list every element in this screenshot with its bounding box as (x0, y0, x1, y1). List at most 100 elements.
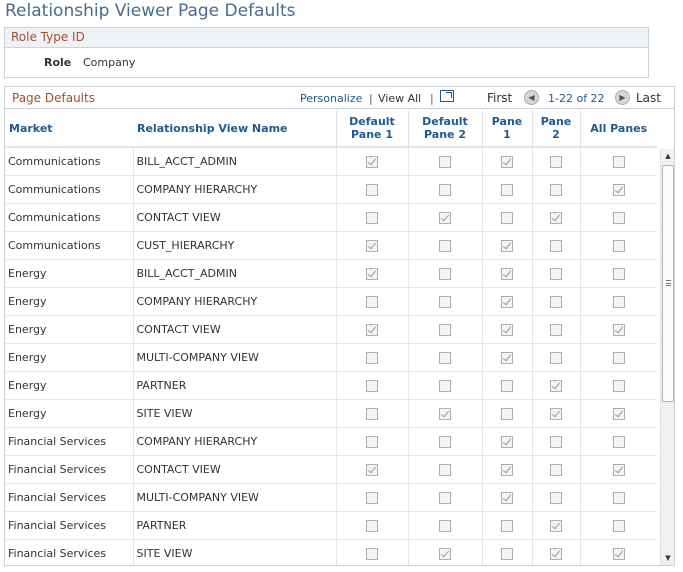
scroll-up-arrow-icon[interactable]: ▲ (661, 149, 674, 163)
pane-2-checkbox[interactable] (550, 239, 562, 252)
vertical-scrollbar[interactable]: ▲ ▼ (660, 149, 674, 565)
view-name-column-header[interactable]: Relationship View Name (133, 110, 336, 148)
default-pane-2-checkbox[interactable] (439, 155, 451, 168)
default-pane-2-checkbox[interactable] (439, 463, 451, 476)
all-panes-checkbox[interactable] (612, 351, 625, 364)
pane-2-checkbox[interactable] (550, 323, 562, 336)
pane-2-column-header[interactable]: Pane 2 (531, 110, 580, 148)
all-panes-checkbox[interactable] (612, 183, 625, 196)
default-pane-2-checkbox[interactable] (439, 407, 451, 420)
pane-1-checkbox[interactable] (501, 155, 513, 168)
pane-1-checkbox[interactable] (501, 435, 513, 448)
default-pane-1-checkbox[interactable] (366, 519, 378, 532)
pane-2-checkbox[interactable] (550, 155, 562, 168)
default-pane-1-checkbox[interactable] (366, 239, 378, 252)
default-pane-2-checkbox[interactable] (439, 183, 451, 196)
pane-1-checkbox[interactable] (501, 491, 513, 504)
default-pane-1-checkbox[interactable] (366, 547, 378, 560)
all-panes-checkbox[interactable] (612, 435, 625, 448)
pane-2-checkbox[interactable] (550, 435, 562, 448)
all-panes-checkbox[interactable] (612, 379, 625, 392)
default-pane-2-column-header[interactable]: Default Pane 2 (407, 110, 482, 148)
default-pane-2-checkbox[interactable] (439, 295, 451, 308)
all-panes-checkbox[interactable] (612, 155, 625, 168)
checkbox-cell (531, 483, 580, 512)
pane-2-checkbox[interactable] (550, 295, 562, 308)
pane-1-checkbox[interactable] (501, 239, 513, 252)
all-panes-checkbox[interactable] (612, 491, 625, 504)
pane-2-checkbox[interactable] (550, 407, 562, 420)
pane-1-checkbox[interactable] (501, 295, 513, 308)
default-pane-1-checkbox[interactable] (366, 155, 378, 168)
default-pane-1-checkbox[interactable] (366, 183, 378, 196)
default-pane-1-checkbox[interactable] (366, 267, 378, 280)
all-panes-checkbox[interactable] (612, 547, 625, 560)
last-link[interactable]: Last (636, 91, 661, 105)
scroll-down-arrow-icon[interactable]: ▼ (661, 551, 674, 565)
pane-2-checkbox[interactable] (550, 267, 562, 280)
default-pane-2-checkbox[interactable] (439, 491, 451, 504)
first-link[interactable]: First (487, 91, 512, 105)
all-panes-checkbox[interactable] (612, 267, 625, 280)
pane-1-checkbox[interactable] (501, 211, 513, 224)
pane-2-checkbox[interactable] (550, 463, 562, 476)
default-pane-1-checkbox[interactable] (366, 323, 378, 336)
pane-1-column-header[interactable]: Pane 1 (481, 110, 532, 148)
all-panes-checkbox[interactable] (612, 239, 625, 252)
personalize-link[interactable]: Personalize (300, 92, 362, 105)
market-column-header[interactable]: Market (5, 110, 133, 148)
chevron-right-icon[interactable]: ▶ (615, 90, 630, 105)
default-pane-1-column-header[interactable]: Default Pane 1 (335, 110, 408, 148)
all-panes-checkbox[interactable] (612, 295, 625, 308)
default-pane-1-checkbox[interactable] (366, 295, 378, 308)
default-pane-2-checkbox[interactable] (439, 435, 451, 448)
market-cell: Energy (5, 287, 133, 316)
default-pane-1-checkbox[interactable] (366, 463, 378, 476)
all-panes-checkbox[interactable] (612, 211, 625, 224)
chevron-left-icon[interactable]: ◀ (524, 90, 539, 105)
default-pane-1-checkbox[interactable] (366, 435, 378, 448)
pane-1-checkbox[interactable] (501, 519, 513, 532)
all-panes-checkbox[interactable] (612, 323, 625, 336)
default-pane-1-checkbox[interactable] (366, 351, 378, 364)
default-pane-1-checkbox[interactable] (366, 379, 378, 392)
table-row: Financial Services SITE VIEW (5, 539, 657, 565)
pane-2-checkbox[interactable] (550, 491, 562, 504)
pane-2-checkbox[interactable] (550, 183, 562, 196)
default-pane-2-checkbox[interactable] (439, 323, 451, 336)
view-all-link[interactable]: View All (378, 92, 421, 105)
pane-1-checkbox[interactable] (501, 407, 513, 420)
view-in-grid-icon[interactable] (440, 90, 454, 102)
pane-2-checkbox[interactable] (550, 211, 562, 224)
default-pane-2-checkbox[interactable] (439, 379, 451, 392)
pane-1-checkbox[interactable] (501, 547, 513, 560)
pane-1-checkbox[interactable] (501, 323, 513, 336)
pane-1-checkbox[interactable] (501, 351, 513, 364)
pane-1-checkbox[interactable] (501, 379, 513, 392)
all-panes-checkbox[interactable] (612, 519, 625, 532)
table-row: Communications BILL_ACCT_ADMIN (5, 147, 657, 176)
pane-2-checkbox[interactable] (550, 519, 562, 532)
market-cell: Financial Services (5, 427, 133, 456)
default-pane-2-checkbox[interactable] (439, 547, 451, 560)
default-pane-2-checkbox[interactable] (439, 239, 451, 252)
default-pane-2-checkbox[interactable] (439, 267, 451, 280)
default-pane-2-checkbox[interactable] (439, 351, 451, 364)
pane-1-checkbox[interactable] (501, 183, 513, 196)
checkbox-cell (579, 231, 657, 260)
scroll-thumb[interactable] (662, 165, 674, 402)
all-panes-column-header[interactable]: All Panes (579, 110, 657, 148)
default-pane-2-checkbox[interactable] (439, 211, 451, 224)
default-pane-1-checkbox[interactable] (366, 407, 378, 420)
all-panes-checkbox[interactable] (612, 407, 625, 420)
default-pane-1-checkbox[interactable] (366, 491, 378, 504)
all-panes-checkbox[interactable] (612, 463, 625, 476)
pane-1-checkbox[interactable] (501, 463, 513, 476)
pane-2-checkbox[interactable] (550, 547, 562, 560)
checkbox-cell (531, 427, 580, 456)
pane-2-checkbox[interactable] (550, 379, 562, 392)
pane-1-checkbox[interactable] (501, 267, 513, 280)
default-pane-1-checkbox[interactable] (366, 211, 378, 224)
default-pane-2-checkbox[interactable] (439, 519, 451, 532)
pane-2-checkbox[interactable] (550, 351, 562, 364)
